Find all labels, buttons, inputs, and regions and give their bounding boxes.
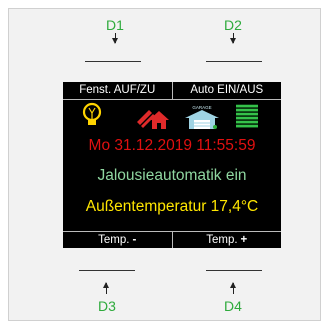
key-d1-label: D1 bbox=[106, 17, 124, 33]
arrow-down-icon bbox=[112, 33, 118, 44]
softkey-temp-minus-label: Temp. bbox=[98, 234, 130, 246]
arrow-down-icon bbox=[230, 33, 236, 44]
minus-icon: - bbox=[132, 234, 137, 246]
garage-icon: GARAGE bbox=[185, 105, 219, 129]
softkey-fenster-auf-zu[interactable]: Fenst. AUF/ZU bbox=[63, 82, 172, 99]
jalousie-status: Jalousieautomatik ein bbox=[97, 167, 247, 184]
softkey-temp-plus-label: Temp. bbox=[206, 234, 238, 246]
softkey-temp-plus[interactable]: Temp. + bbox=[171, 232, 282, 248]
window-house-icon bbox=[137, 110, 169, 129]
display-bottom-bar: Temp. - Temp. + bbox=[63, 231, 281, 248]
key-d1-button[interactable] bbox=[85, 61, 141, 62]
lcd-display: Fenst. AUF/ZU Auto EIN/AUS GARAGE Mo 31.… bbox=[63, 82, 281, 248]
status-icons: GARAGE bbox=[63, 102, 281, 130]
key-d4-button[interactable] bbox=[206, 270, 262, 271]
arrow-up-icon bbox=[230, 282, 236, 294]
key-d4-label: D4 bbox=[224, 298, 242, 314]
garage-sign: GARAGE bbox=[192, 105, 211, 110]
key-d3-label: D3 bbox=[98, 298, 116, 314]
key-d2-label: D2 bbox=[224, 17, 242, 33]
jalousie-icon bbox=[236, 104, 258, 128]
display-top-bar: Fenst. AUF/ZU Auto EIN/AUS bbox=[63, 82, 281, 100]
softkey-temp-minus[interactable]: Temp. - bbox=[63, 232, 172, 248]
outside-temperature: Außentemperatur 17,4°C bbox=[85, 198, 259, 215]
key-d3-button[interactable] bbox=[79, 270, 135, 271]
key-d2-button[interactable] bbox=[206, 61, 262, 62]
softkey-auto-ein-aus[interactable]: Auto EIN/AUS bbox=[171, 82, 282, 99]
date-time: Mo 31.12.2019 11:55:59 bbox=[88, 137, 256, 154]
arrow-up-icon bbox=[103, 282, 109, 294]
plus-icon: + bbox=[240, 234, 248, 246]
light-bulb-icon bbox=[82, 102, 102, 125]
